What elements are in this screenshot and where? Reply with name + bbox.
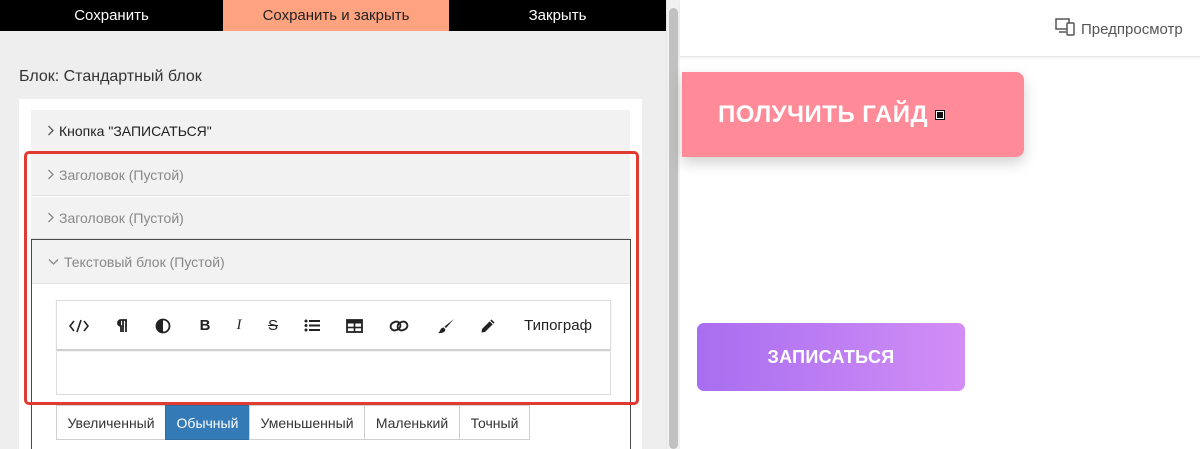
accordion-item-label: Текстовый блок (Пустой): [64, 253, 225, 270]
signup-button[interactable]: ЗАПИСАТЬСЯ: [697, 323, 965, 391]
paragraph-icon[interactable]: [112, 301, 132, 350]
signup-label: ЗАПИСАТЬСЯ: [767, 346, 895, 367]
resize-handle[interactable]: [935, 109, 946, 120]
editor-panel: Сохранить Сохранить и закрыть Закрыть Бл…: [0, 0, 666, 449]
accordion-item-heading-1[interactable]: Заголовок (Пустой): [31, 154, 630, 196]
save-button[interactable]: Сохранить: [0, 0, 223, 31]
accordion-item-signup-button[interactable]: Кнопка "ЗАПИСАТЬСЯ": [31, 110, 630, 152]
size-button-reduced[interactable]: Уменьшенный: [249, 405, 365, 440]
accordion-header-text-block[interactable]: Текстовый блок (Пустой): [32, 240, 630, 284]
chevron-right-icon: [44, 124, 57, 137]
accordion-item-label: Заголовок (Пустой): [59, 166, 184, 183]
close-button[interactable]: Закрыть: [449, 0, 666, 31]
editor-topbar: Сохранить Сохранить и закрыть Закрыть: [0, 0, 666, 31]
strikethrough-icon[interactable]: S: [263, 301, 283, 350]
size-button-small[interactable]: Маленький: [364, 405, 460, 440]
save-and-close-button[interactable]: Сохранить и закрыть: [223, 0, 449, 31]
pen-icon[interactable]: [477, 301, 499, 350]
code-icon[interactable]: [67, 301, 91, 350]
bold-icon[interactable]: B: [195, 301, 215, 350]
preview-label: Предпросмотр: [1081, 20, 1183, 38]
devices-icon: [1055, 18, 1081, 40]
accordion-item-heading-2[interactable]: Заголовок (Пустой): [31, 197, 630, 239]
chevron-right-icon: [44, 168, 57, 181]
accordion-item-label: Заголовок (Пустой): [59, 209, 184, 226]
table-icon[interactable]: [343, 301, 365, 350]
brush-icon[interactable]: [435, 301, 457, 350]
text-editor-area[interactable]: [56, 352, 611, 395]
block-title: Блок: Стандартный блок: [19, 68, 202, 85]
size-button-normal[interactable]: Обычный: [165, 405, 250, 440]
link-icon[interactable]: [387, 301, 411, 350]
size-button-exact[interactable]: Точный: [459, 405, 530, 440]
get-guide-button[interactable]: ПОЛУЧИТЬ ГАЙД: [682, 72, 1024, 157]
chevron-right-icon: [44, 211, 57, 224]
size-button-group: Увеличенный Обычный Уменьшенный Маленьки…: [56, 405, 530, 440]
size-button-large[interactable]: Увеличенный: [56, 405, 166, 440]
contrast-icon[interactable]: [153, 301, 173, 350]
italic-icon[interactable]: I: [229, 301, 249, 350]
typograph-button[interactable]: Типограф: [519, 301, 597, 350]
accordion-item-label: Кнопка "ЗАПИСАТЬСЯ": [59, 122, 212, 139]
rich-text-toolbar: B I S Типограф: [56, 300, 611, 351]
preview-button[interactable]: Предпросмотр: [1055, 18, 1183, 40]
get-guide-label: ПОЛУЧИТЬ ГАЙД: [718, 100, 929, 128]
list-icon[interactable]: [302, 301, 322, 350]
chevron-down-icon: [47, 255, 60, 268]
scrollbar-thumb[interactable]: [669, 8, 678, 449]
